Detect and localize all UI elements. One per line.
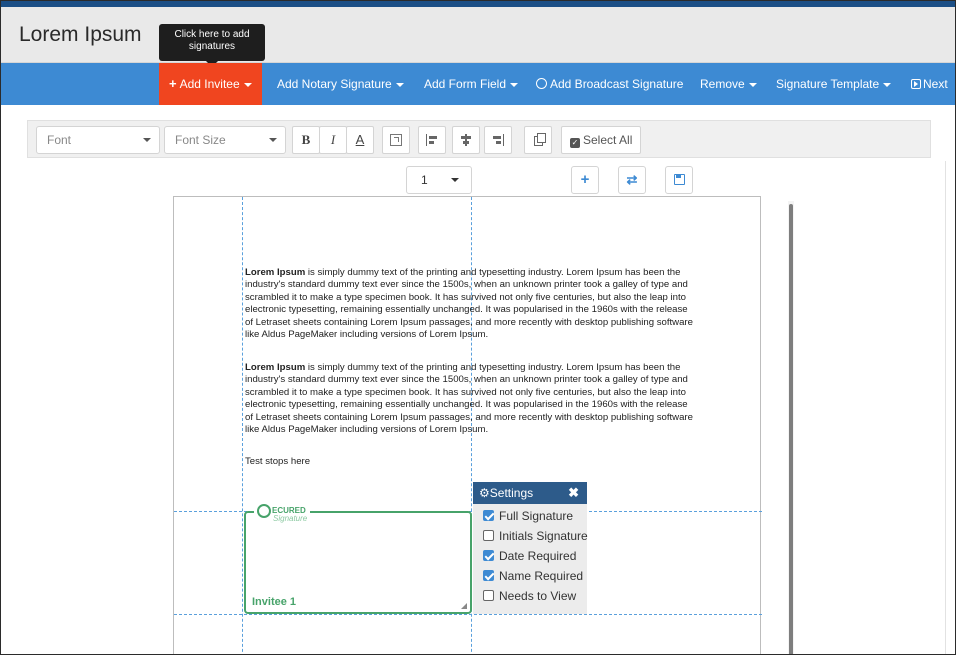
page-number-value: 1 (421, 173, 428, 187)
option-label: Needs to View (499, 589, 577, 603)
chevron-down-icon (748, 82, 757, 87)
add-notary-signature-label: Add Notary Signature (277, 77, 392, 91)
app-window: Lorem Ipsum Click here to add signatures… (0, 0, 956, 655)
chevron-down-icon (510, 82, 519, 87)
document-paragraph: Lorem Ipsum is simply dummy text of the … (245, 362, 695, 436)
align-center-icon (460, 134, 472, 146)
checkbox-checked[interactable] (483, 550, 494, 561)
broadcast-icon (536, 78, 547, 89)
align-left-icon (426, 134, 438, 146)
signature-field[interactable]: ECURED Signature Invitee 1 (244, 504, 472, 614)
settings-title: Settings (489, 486, 534, 500)
underline-button[interactable]: A (346, 126, 374, 154)
add-broadcast-signature-label: Add Broadcast Signature (550, 77, 684, 91)
option-name-required[interactable]: Name Required (473, 566, 587, 586)
font-select[interactable]: Font (36, 126, 160, 154)
right-divider (945, 161, 946, 654)
italic-button[interactable]: I (319, 126, 347, 154)
save-icon (673, 174, 685, 185)
option-date-required[interactable]: Date Required (473, 546, 587, 566)
option-label: Full Signature (499, 509, 574, 523)
checkbox-checked[interactable] (483, 570, 494, 581)
option-label: Initials Signature (499, 529, 588, 543)
paragraph-text: is simply dummy text of the printing and… (245, 362, 693, 436)
chevron-down-icon (451, 178, 459, 182)
signature-template-label: Signature Template (776, 77, 880, 91)
page-title: Lorem Ipsum (19, 23, 142, 46)
chevron-down-icon (143, 138, 151, 142)
checkbox-unchecked[interactable] (483, 530, 494, 541)
resize-handle-icon[interactable] (461, 603, 467, 609)
next-label: Next (923, 77, 948, 91)
swap-button[interactable]: ⇄ (618, 166, 646, 194)
add-invitee-label: Add Invitee (179, 77, 240, 91)
document-paragraph: Lorem Ipsum is simply dummy text of the … (245, 267, 695, 341)
document-page[interactable]: Lorem Ipsum is simply dummy text of the … (173, 196, 762, 654)
swap-icon: ⇄ (626, 172, 638, 187)
add-form-field-menu[interactable]: Add Form Field (424, 63, 519, 105)
paragraph-text: is simply dummy text of the printing and… (245, 267, 693, 341)
checkbox-icon: ✓ (570, 138, 580, 148)
document-end-text: Test stops here (245, 456, 311, 467)
copy-button[interactable] (524, 126, 552, 154)
option-needs-to-view[interactable]: Needs to View (473, 586, 587, 606)
font-select-label: Font (47, 133, 72, 147)
option-initials-signature[interactable]: Initials Signature (473, 526, 588, 546)
resize-icon (390, 134, 402, 146)
chevron-down-icon (883, 82, 892, 87)
title-bar: Lorem Ipsum Click here to add signatures (1, 7, 955, 67)
paragraph-lead: Lorem Ipsum (245, 362, 306, 373)
secured-signature-logo: ECURED Signature (254, 504, 311, 524)
chevron-down-icon (269, 138, 277, 142)
checkbox-unchecked[interactable] (483, 590, 494, 601)
next-icon (911, 79, 921, 89)
checkbox-checked[interactable] (483, 510, 494, 521)
add-invitee-menu[interactable]: + Add Invitee (159, 63, 262, 105)
align-right-button[interactable] (484, 126, 512, 154)
page-number-select[interactable]: 1 (406, 166, 472, 194)
chevron-down-icon (243, 82, 252, 87)
font-size-select[interactable]: Font Size (164, 126, 286, 154)
format-toolbar: Font Font Size B I A ✓ Select All (27, 120, 931, 158)
resize-button[interactable] (382, 126, 410, 154)
remove-label: Remove (700, 77, 745, 91)
paragraph-lead: Lorem Ipsum (245, 267, 306, 278)
add-signature-tooltip: Click here to add signatures (159, 24, 265, 67)
select-all-button[interactable]: ✓ Select All (561, 126, 641, 154)
close-icon[interactable]: ✖ (568, 482, 579, 504)
settings-header: ⚙Settings ✖ (473, 482, 587, 504)
logo-script: Signature (273, 514, 308, 523)
horizontal-guide (174, 614, 762, 615)
logo-ring-icon (257, 504, 271, 518)
font-size-select-label: Font Size (175, 133, 226, 147)
bold-button[interactable]: B (292, 126, 320, 154)
align-right-icon (492, 134, 504, 146)
chevron-down-icon (395, 82, 404, 87)
align-left-button[interactable] (418, 126, 446, 154)
plus-icon: + (169, 76, 177, 91)
add-form-field-label: Add Form Field (424, 77, 507, 91)
gear-icon: ⚙ (479, 486, 490, 500)
vertical-guide (242, 197, 243, 654)
signature-template-menu[interactable]: Signature Template (776, 63, 892, 105)
plus-icon: + (580, 171, 590, 188)
settings-popover: ⚙Settings ✖ Full Signature Initials Sign… (473, 482, 588, 614)
invitee-label: Invitee 1 (252, 596, 297, 608)
next-button[interactable]: Next (911, 63, 948, 105)
remove-menu[interactable]: Remove (700, 63, 757, 105)
main-toolbar: + Add Invitee Add Notary Signature Add Fo… (1, 63, 955, 105)
option-label: Name Required (499, 569, 584, 583)
select-all-label: Select All (583, 133, 633, 147)
align-center-button[interactable] (452, 126, 480, 154)
add-page-button[interactable]: + (571, 166, 599, 194)
option-full-signature[interactable]: Full Signature (473, 506, 587, 526)
add-broadcast-signature-button[interactable]: Add Broadcast Signature (536, 63, 683, 105)
save-button[interactable] (665, 166, 693, 194)
option-label: Date Required (499, 549, 577, 563)
scrollbar-thumb[interactable] (789, 204, 793, 654)
copy-icon (533, 133, 546, 146)
add-notary-signature-menu[interactable]: Add Notary Signature (277, 63, 404, 105)
